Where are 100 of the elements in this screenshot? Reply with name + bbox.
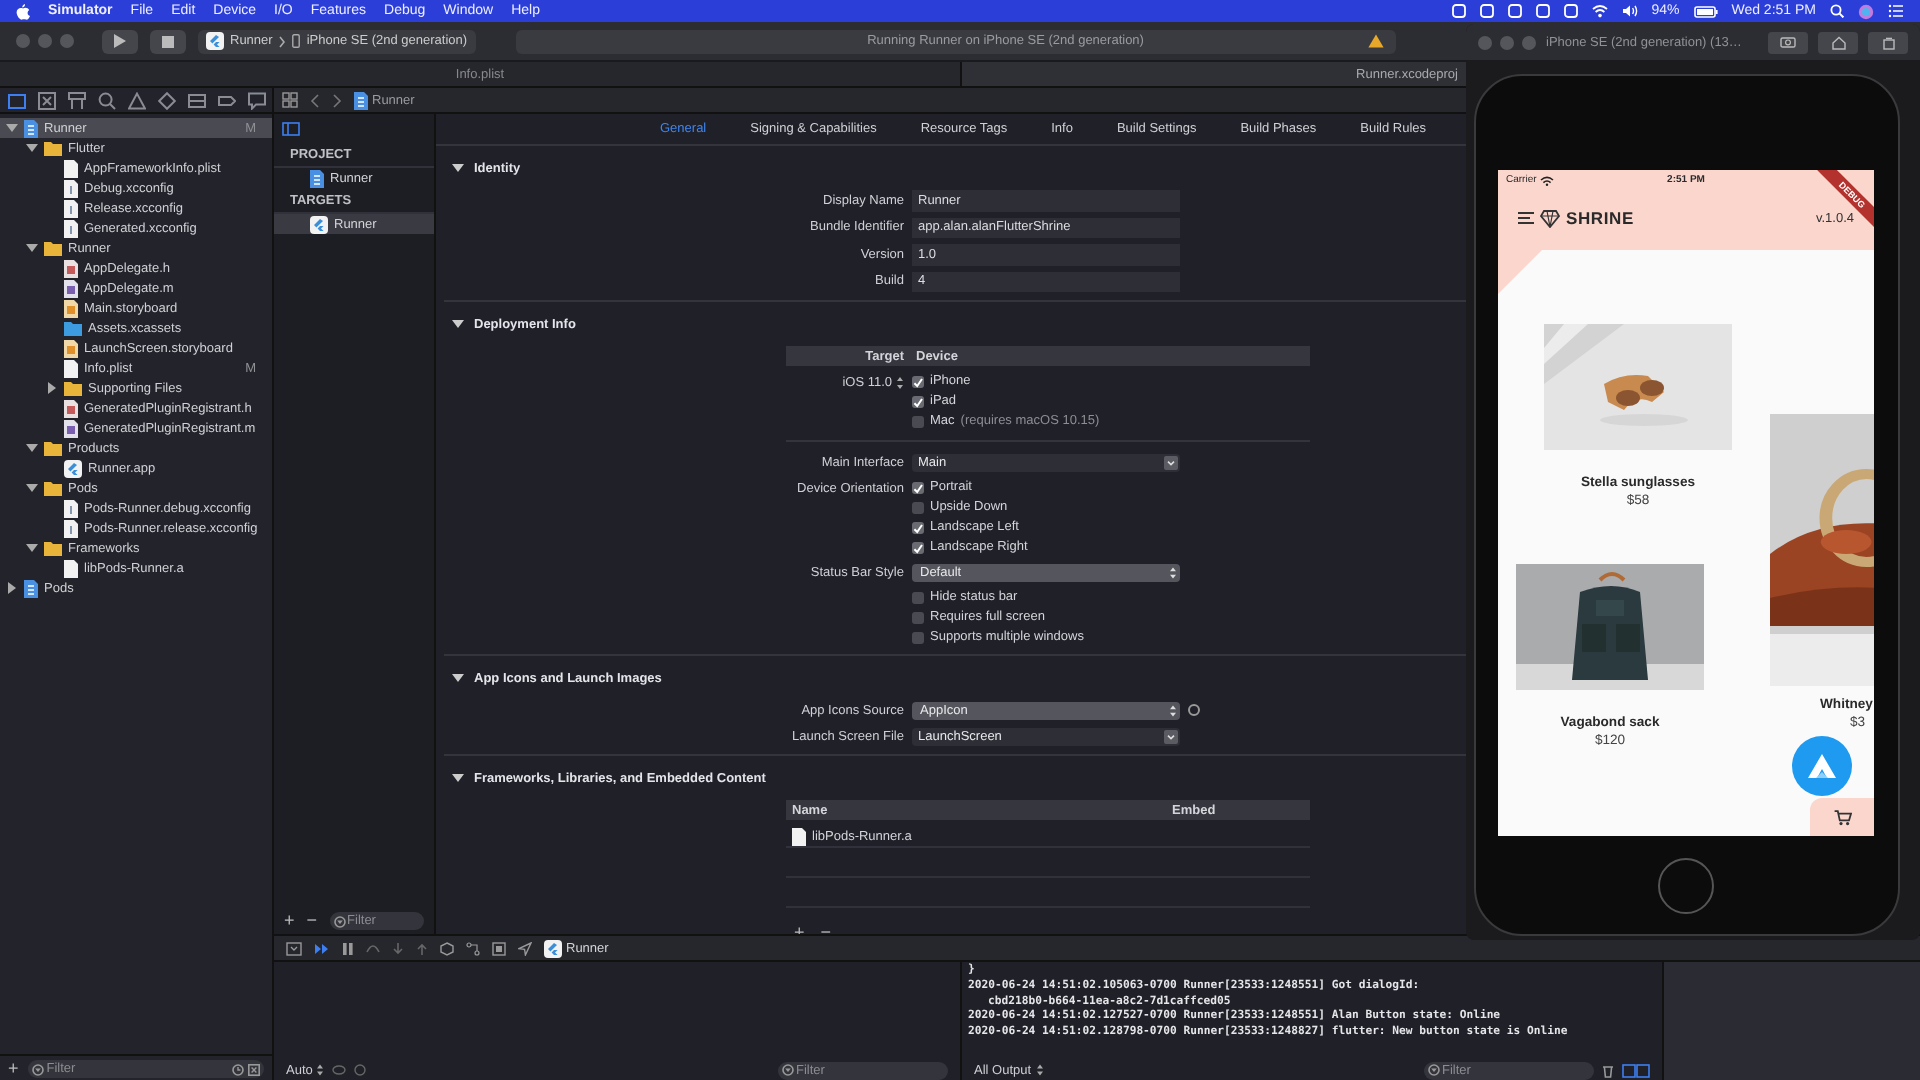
checkbox[interactable] (912, 631, 924, 643)
stepper-icon[interactable] (896, 375, 904, 389)
message-icon (248, 91, 266, 109)
disclosure-triangle-icon[interactable] (26, 442, 38, 454)
navigator-tab[interactable] (128, 91, 146, 109)
navigator-tab[interactable] (98, 91, 116, 109)
disclosure-triangle-icon[interactable] (26, 542, 38, 554)
add-button[interactable]: + (8, 1060, 19, 1078)
chevron-down-icon (1164, 455, 1178, 469)
disclosure-triangle-icon[interactable] (452, 772, 464, 784)
siri-icon (1858, 3, 1874, 19)
home-button[interactable] (1818, 31, 1858, 53)
square-x-icon (38, 91, 56, 109)
list-icon (188, 91, 206, 109)
checkbox[interactable] (912, 481, 924, 493)
navigator-tab[interactable] (248, 91, 266, 109)
stop-icon (162, 35, 174, 47)
disclosure-triangle-icon[interactable] (26, 242, 38, 254)
disclosure-triangle-icon[interactable] (452, 318, 464, 330)
filter-icon (333, 915, 346, 927)
cart-icon (1833, 809, 1851, 825)
disclosure-triangle-icon[interactable] (452, 162, 464, 174)
camera-icon (1780, 36, 1796, 48)
checkbox[interactable] (912, 415, 924, 427)
toolbar-button[interactable]: + (284, 912, 295, 930)
folder-icon (44, 540, 62, 556)
checkbox[interactable] (912, 521, 924, 533)
checkbox[interactable] (912, 611, 924, 623)
battery-icon (1693, 5, 1718, 17)
home-icon (1831, 35, 1845, 49)
checkbox[interactable] (912, 591, 924, 603)
navigator-tab[interactable] (188, 91, 206, 109)
folder-icon (44, 240, 62, 256)
diamond-icon (158, 91, 176, 109)
updown-arrows-icon (1168, 703, 1178, 717)
toolbar-button[interactable]: − (820, 924, 832, 942)
continue-icon (314, 941, 330, 955)
run-button[interactable] (102, 29, 138, 53)
home-button[interactable] (1658, 858, 1714, 914)
square-x-icon (248, 1063, 260, 1075)
navigator-tab[interactable] (218, 91, 236, 109)
screenshot-button[interactable] (1768, 31, 1808, 53)
disclosure-triangle-icon[interactable] (26, 482, 38, 494)
chevron-down-icon (1164, 729, 1178, 743)
folder-icon (64, 380, 82, 396)
filter-icon (32, 1063, 45, 1075)
search-icon (98, 91, 116, 109)
folder-icon (64, 320, 82, 336)
navigator-tab[interactable] (158, 91, 176, 109)
folder-icon (44, 480, 62, 496)
checkbox[interactable] (912, 541, 924, 553)
disclosure-triangle-icon[interactable] (46, 382, 58, 394)
warning-icon (1367, 34, 1384, 48)
pause-icon (342, 941, 354, 955)
rotate-button[interactable] (1868, 31, 1908, 53)
disclosure-triangle-icon[interactable] (26, 142, 38, 154)
step-over-icon (366, 941, 380, 955)
hierarchy-icon (68, 91, 86, 109)
navigator-tab[interactable] (38, 91, 56, 109)
toolbar-button[interactable]: − (306, 912, 318, 930)
phone-icon (292, 34, 301, 48)
navigator-tab[interactable] (8, 91, 26, 109)
document-icon (24, 119, 38, 137)
eye-icon (332, 1064, 347, 1076)
graph-icon (466, 941, 480, 955)
navigator-tab[interactable] (68, 91, 86, 109)
updown-arrows-icon (316, 1064, 325, 1076)
back-icon (310, 93, 320, 107)
list-icon (1888, 4, 1904, 18)
trash-icon (1602, 1063, 1614, 1077)
menu-icon (1518, 212, 1534, 224)
disclosure-triangle-icon[interactable] (6, 582, 18, 594)
checkbox[interactable] (912, 375, 924, 387)
volume-icon (1621, 4, 1638, 18)
wifi-icon (1540, 175, 1555, 185)
grid-icon (282, 92, 298, 108)
search-icon (1830, 4, 1844, 18)
stop-button[interactable] (150, 29, 186, 53)
app-icon (544, 939, 562, 957)
document-icon (64, 559, 78, 577)
checkbox[interactable] (912, 501, 924, 513)
folder-icon (8, 91, 26, 109)
step-in-icon (392, 941, 404, 955)
sidebar-icon (282, 121, 300, 135)
cube-icon (440, 941, 454, 955)
play-icon (114, 34, 126, 48)
refresh-button[interactable] (1188, 704, 1200, 716)
logo-icon (1808, 754, 1836, 778)
split-view-icon (1622, 1063, 1650, 1077)
app-icon (310, 215, 328, 233)
updown-arrows-icon (1168, 565, 1178, 579)
disclosure-triangle-icon[interactable] (452, 672, 464, 684)
apple-icon (16, 3, 30, 19)
wifi-icon (1591, 4, 1608, 18)
rotate-icon (1881, 35, 1895, 49)
checkbox[interactable] (912, 395, 924, 407)
chevron-right-icon (278, 35, 287, 47)
cart-tab[interactable] (1810, 798, 1874, 836)
hide-panel-icon (286, 941, 302, 955)
info-icon (354, 1064, 367, 1076)
